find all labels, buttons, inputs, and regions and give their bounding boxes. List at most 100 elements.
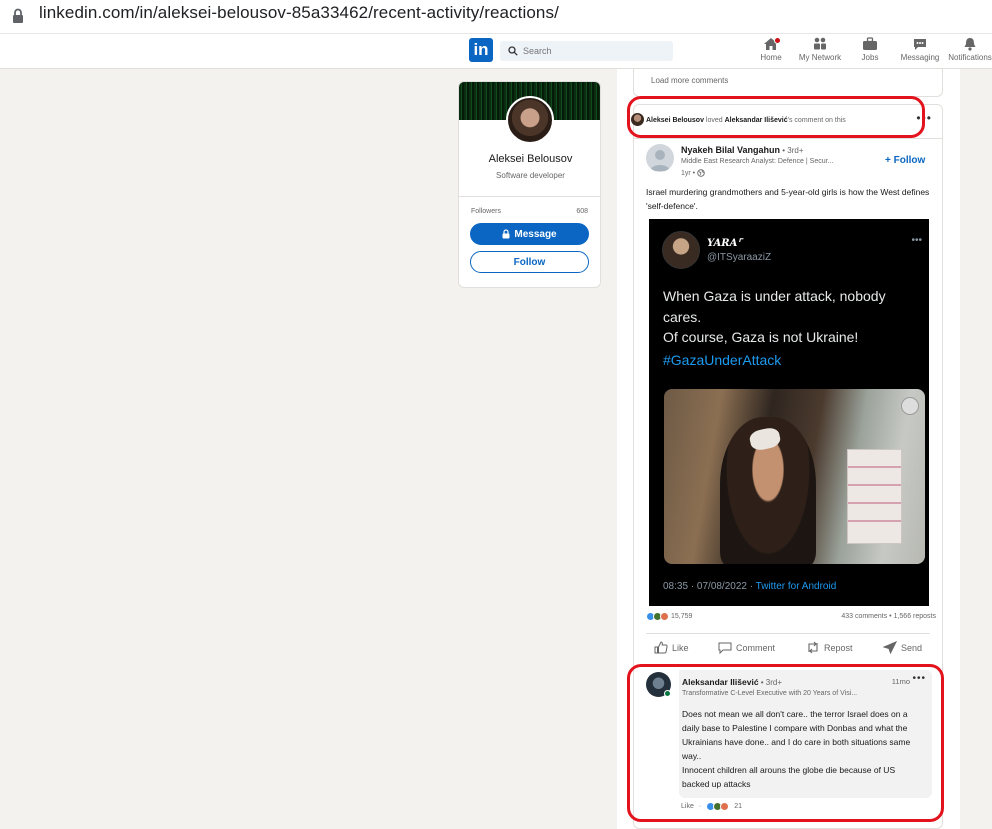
activity-header: Aleksei Belousov loved Aleksandar Ilišev… (646, 117, 846, 124)
photo-hospital-cart (847, 449, 902, 544)
nav-home-label: Home (760, 53, 782, 62)
profile-card: Aleksei Belousov Software developer Foll… (458, 81, 601, 288)
post-author-name[interactable]: Nyakeh Bilal Vangahun • 3rd+ (681, 145, 804, 155)
network-icon (814, 37, 826, 50)
lock-icon (502, 229, 510, 239)
post-timestamp: 1yr • (681, 169, 705, 177)
followers-label: Followers (471, 208, 501, 215)
activity-post: Aleksei Belousov loved Aleksandar Ilišev… (631, 104, 943, 829)
profile-headline: Software developer (496, 171, 565, 180)
post-author-name-text: Nyakeh Bilal Vangahun (681, 145, 781, 155)
linkedin-logo-icon[interactable]: in (469, 38, 493, 62)
tweet-text: When Gaza is under attack, nobody cares.… (663, 288, 886, 345)
follow-profile-button[interactable]: Follow (470, 251, 589, 273)
separator: · (698, 803, 702, 810)
photo-watermark-icon (901, 397, 919, 415)
follow-author-button[interactable]: + Follow (885, 155, 925, 166)
profile-avatar[interactable] (506, 96, 554, 144)
nav-my-network-label: My Network (798, 53, 842, 62)
repost-button[interactable]: Repost (806, 641, 853, 654)
message-button[interactable]: Message (470, 223, 589, 245)
tweet-more-icon: ••• (911, 235, 922, 246)
social-counts: 15,759 433 comments • 1,566 reposts (646, 612, 936, 624)
followers-count: 608 (576, 208, 588, 215)
tweet-meta: 08:35 · 07/08/2022 · Twitter for Android (663, 581, 836, 592)
comment-text: Does not mean we all don't care.. the te… (682, 709, 911, 789)
comments-reposts-count[interactable]: 433 comments • 1,566 reposts (841, 613, 936, 620)
tweet-screenshot-image[interactable]: YARA⌜ @ITSyaraaziZ ••• When Gaza is unde… (649, 219, 929, 606)
comment-label: Comment (736, 642, 776, 653)
post-author-title: Middle East Research Analyst: Defence | … (681, 158, 834, 165)
post-time-text: 1yr • (681, 169, 696, 177)
previous-post-footer: Load more comments (633, 69, 943, 97)
divider (459, 196, 600, 197)
tweet-photo (664, 389, 925, 564)
nav-home[interactable]: Home (746, 37, 796, 62)
activity-target[interactable]: Aleksandar Ilišević (725, 117, 788, 124)
briefcase-icon (863, 37, 877, 50)
connection-degree: • 3rd+ (780, 146, 804, 155)
send-icon (883, 641, 897, 654)
tweet-author-name: YARA⌜ (707, 238, 743, 249)
tweet-handle: @ITSyaraaziZ (707, 252, 772, 263)
default-avatar-icon (650, 150, 670, 171)
post-actions: Like Comment Repost Send (646, 641, 936, 659)
nav-my-network[interactable]: My Network (795, 37, 845, 62)
comment-footer: Like · 21 (681, 802, 742, 811)
send-label: Send (901, 642, 923, 653)
actor-avatar[interactable] (631, 113, 644, 126)
activity-suffix: 's comment on this (787, 117, 846, 124)
like-label: Like (672, 642, 689, 653)
commenter-name[interactable]: Aleksandar Ilišević • 3rd+ (682, 677, 782, 687)
nav-jobs[interactable]: Jobs (845, 37, 895, 62)
author-avatar[interactable] (646, 144, 674, 172)
repost-icon (808, 641, 818, 654)
bell-icon (964, 38, 976, 51)
comment-like-button[interactable]: Like (681, 803, 694, 810)
reactions-count[interactable]: 15,759 (671, 613, 692, 620)
commenter-name-text: Aleksandar Ilišević (682, 677, 759, 687)
like-button[interactable]: Like (654, 641, 689, 654)
browser-url-bar[interactable]: linkedin.com/in/aleksei-belousov-85a3346… (0, 0, 992, 34)
load-more-comments-link[interactable]: Load more comments (651, 76, 728, 85)
activity-actor[interactable]: Aleksei Belousov (646, 117, 704, 124)
notification-badge (774, 37, 781, 44)
search-icon (508, 46, 518, 56)
comment-button[interactable]: Comment (718, 641, 775, 654)
love-reaction-icon (720, 802, 730, 811)
comment-more-icon[interactable]: ••• (912, 673, 926, 684)
more-options-icon[interactable]: ••• (916, 111, 932, 125)
search-box[interactable] (500, 41, 673, 61)
comment-timestamp: 11mo (891, 677, 910, 686)
divider (646, 633, 930, 634)
comment-icon (718, 642, 732, 654)
tweet-timestamp: 08:35 · 07/08/2022 · (663, 581, 756, 592)
activity-verb: loved (703, 117, 725, 124)
comment: Aleksandar Ilišević • 3rd+ Transformativ… (679, 670, 932, 798)
nav-messaging[interactable]: Messaging (895, 37, 945, 62)
repost-label: Repost (824, 642, 853, 653)
lock-icon (13, 8, 23, 23)
tweet-avatar (662, 231, 700, 269)
globe-icon (697, 169, 705, 177)
url-text[interactable]: linkedin.com/in/aleksei-belousov-85a3346… (39, 3, 559, 23)
comment-reactions-count[interactable]: 21 (734, 803, 742, 810)
online-status-icon (664, 690, 671, 697)
post-text: Israel murdering grandmothers and 5-year… (646, 187, 930, 211)
message-button-label: Message (514, 228, 557, 240)
love-reaction-icon (660, 612, 669, 621)
send-button[interactable]: Send (883, 641, 922, 654)
nav-notifications[interactable]: Notifications (942, 37, 992, 62)
connection-degree: • 3rd+ (758, 678, 783, 687)
tweet-hashtag: #GazaUnderAttack (663, 352, 782, 368)
thumbs-up-icon (654, 641, 668, 654)
search-input[interactable] (523, 46, 663, 56)
top-navigation: in Home My Network Jobs Messaging (0, 34, 992, 69)
nav-jobs-label: Jobs (861, 53, 879, 62)
reaction-icons[interactable] (646, 612, 669, 621)
divider (634, 138, 942, 139)
profile-name[interactable]: Aleksei Belousov (459, 153, 600, 165)
comment-reaction-icons[interactable] (706, 802, 730, 811)
nav-messaging-label: Messaging (900, 53, 940, 62)
messaging-icon (914, 39, 926, 50)
